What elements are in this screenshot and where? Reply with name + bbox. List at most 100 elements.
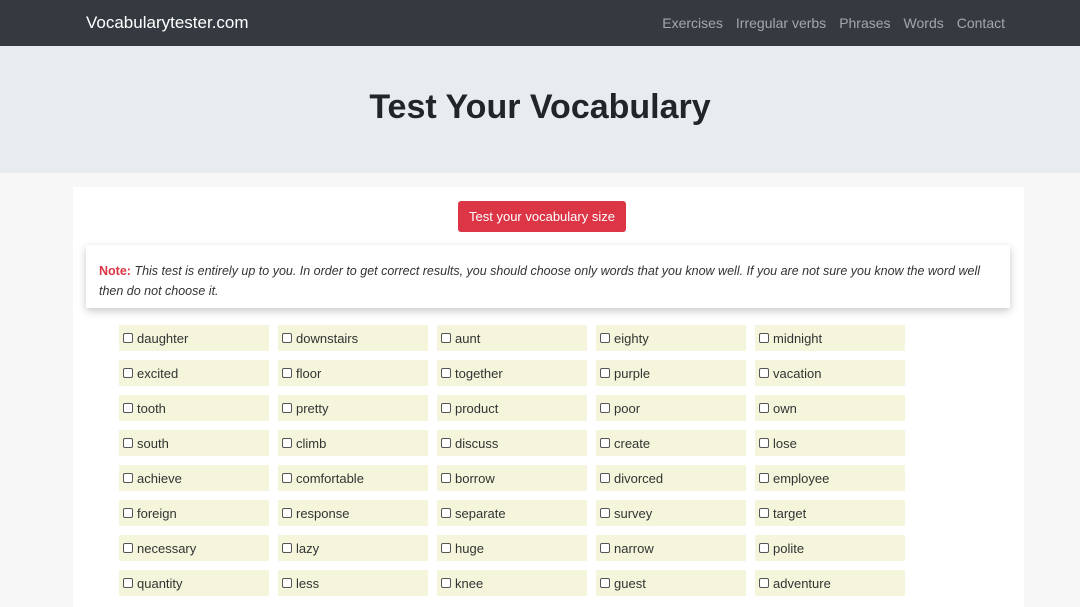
word-option[interactable]: vacation bbox=[755, 360, 905, 386]
word-option[interactable]: product bbox=[437, 395, 587, 421]
word-option[interactable]: necessary bbox=[119, 535, 269, 561]
hero-banner: Test Your Vocabulary bbox=[0, 46, 1080, 173]
word-checkbox[interactable] bbox=[282, 403, 292, 413]
word-label: south bbox=[137, 435, 169, 451]
word-checkbox[interactable] bbox=[600, 333, 610, 343]
word-option[interactable]: less bbox=[278, 570, 428, 596]
word-option[interactable]: together bbox=[437, 360, 587, 386]
word-option[interactable]: lazy bbox=[278, 535, 428, 561]
nav-link-phrases[interactable]: Phrases bbox=[839, 15, 890, 31]
word-checkbox[interactable] bbox=[600, 473, 610, 483]
word-option[interactable]: separate bbox=[437, 500, 587, 526]
nav-link-exercises[interactable]: Exercises bbox=[662, 15, 723, 31]
word-checkbox[interactable] bbox=[441, 438, 451, 448]
word-option[interactable]: midnight bbox=[755, 325, 905, 351]
word-option[interactable]: tooth bbox=[119, 395, 269, 421]
word-option[interactable]: borrow bbox=[437, 465, 587, 491]
word-checkbox[interactable] bbox=[123, 438, 133, 448]
word-option[interactable]: comfortable bbox=[278, 465, 428, 491]
word-checkbox[interactable] bbox=[759, 368, 769, 378]
word-checkbox[interactable] bbox=[123, 578, 133, 588]
word-option[interactable]: lose bbox=[755, 430, 905, 456]
word-option[interactable]: huge bbox=[437, 535, 587, 561]
word-checkbox[interactable] bbox=[282, 508, 292, 518]
word-checkbox[interactable] bbox=[600, 578, 610, 588]
word-checkbox[interactable] bbox=[441, 508, 451, 518]
main-card: Test your vocabulary size Note: This tes… bbox=[73, 187, 1024, 607]
word-checkbox[interactable] bbox=[123, 473, 133, 483]
word-label: polite bbox=[773, 540, 805, 556]
test-vocabulary-size-button[interactable]: Test your vocabulary size bbox=[458, 201, 626, 232]
word-checkbox[interactable] bbox=[759, 508, 769, 518]
word-option[interactable]: knee bbox=[437, 570, 587, 596]
word-option[interactable]: eighty bbox=[596, 325, 746, 351]
word-option[interactable]: climb bbox=[278, 430, 428, 456]
word-checkbox[interactable] bbox=[759, 403, 769, 413]
word-option[interactable]: aunt bbox=[437, 325, 587, 351]
word-option[interactable]: floor bbox=[278, 360, 428, 386]
word-checkbox[interactable] bbox=[282, 333, 292, 343]
word-checkbox[interactable] bbox=[759, 438, 769, 448]
word-option[interactable]: foreign bbox=[119, 500, 269, 526]
nav-link-words[interactable]: Words bbox=[904, 15, 944, 31]
word-checkbox[interactable] bbox=[441, 543, 451, 553]
word-option[interactable]: employee bbox=[755, 465, 905, 491]
word-label: huge bbox=[455, 540, 484, 556]
word-option[interactable]: pretty bbox=[278, 395, 428, 421]
word-checkbox[interactable] bbox=[123, 543, 133, 553]
word-option[interactable]: target bbox=[755, 500, 905, 526]
word-option[interactable]: purple bbox=[596, 360, 746, 386]
word-option[interactable]: south bbox=[119, 430, 269, 456]
word-option[interactable]: quantity bbox=[119, 570, 269, 596]
word-checkbox[interactable] bbox=[441, 473, 451, 483]
word-checkbox[interactable] bbox=[759, 473, 769, 483]
word-label: narrow bbox=[614, 540, 654, 556]
word-label: less bbox=[296, 575, 320, 591]
word-checkbox[interactable] bbox=[441, 333, 451, 343]
page-title: Test Your Vocabulary bbox=[369, 88, 711, 126]
word-checkbox[interactable] bbox=[600, 368, 610, 378]
word-checkbox[interactable] bbox=[123, 368, 133, 378]
word-checkbox[interactable] bbox=[600, 438, 610, 448]
word-option[interactable]: response bbox=[278, 500, 428, 526]
word-checkbox[interactable] bbox=[759, 333, 769, 343]
word-checkbox[interactable] bbox=[282, 368, 292, 378]
word-option[interactable]: adventure bbox=[755, 570, 905, 596]
word-checkbox[interactable] bbox=[441, 368, 451, 378]
word-option[interactable]: create bbox=[596, 430, 746, 456]
word-checkbox[interactable] bbox=[282, 438, 292, 448]
word-option[interactable]: own bbox=[755, 395, 905, 421]
nav-link-contact[interactable]: Contact bbox=[957, 15, 1005, 31]
word-option[interactable]: guest bbox=[596, 570, 746, 596]
word-option[interactable]: polite bbox=[755, 535, 905, 561]
word-checkbox[interactable] bbox=[282, 543, 292, 553]
word-checkbox[interactable] bbox=[759, 543, 769, 553]
word-checkbox[interactable] bbox=[441, 403, 451, 413]
word-option[interactable]: downstairs bbox=[278, 325, 428, 351]
word-option[interactable]: discuss bbox=[437, 430, 587, 456]
word-option[interactable]: excited bbox=[119, 360, 269, 386]
word-label: discuss bbox=[455, 435, 499, 451]
word-checkbox[interactable] bbox=[600, 508, 610, 518]
word-checkbox[interactable] bbox=[282, 578, 292, 588]
note-label: Note: bbox=[99, 264, 131, 278]
word-option[interactable]: poor bbox=[596, 395, 746, 421]
word-checkbox[interactable] bbox=[123, 333, 133, 343]
word-checkbox[interactable] bbox=[600, 543, 610, 553]
word-option[interactable]: daughter bbox=[119, 325, 269, 351]
word-option[interactable]: achieve bbox=[119, 465, 269, 491]
word-checkbox[interactable] bbox=[441, 578, 451, 588]
word-checkbox[interactable] bbox=[123, 508, 133, 518]
word-checkbox[interactable] bbox=[123, 403, 133, 413]
nav-link-irregular-verbs[interactable]: Irregular verbs bbox=[736, 15, 826, 31]
word-label: together bbox=[455, 365, 503, 381]
word-option[interactable]: divorced bbox=[596, 465, 746, 491]
brand-link[interactable]: Vocabularytester.com bbox=[86, 13, 249, 33]
word-option[interactable]: narrow bbox=[596, 535, 746, 561]
word-checkbox[interactable] bbox=[600, 403, 610, 413]
word-option[interactable]: survey bbox=[596, 500, 746, 526]
word-checkbox[interactable] bbox=[759, 578, 769, 588]
word-checkbox[interactable] bbox=[282, 473, 292, 483]
note-box: Note: This test is entirely up to you. I… bbox=[86, 245, 1010, 308]
nav-links: Exercises Irregular verbs Phrases Words … bbox=[662, 15, 1005, 31]
